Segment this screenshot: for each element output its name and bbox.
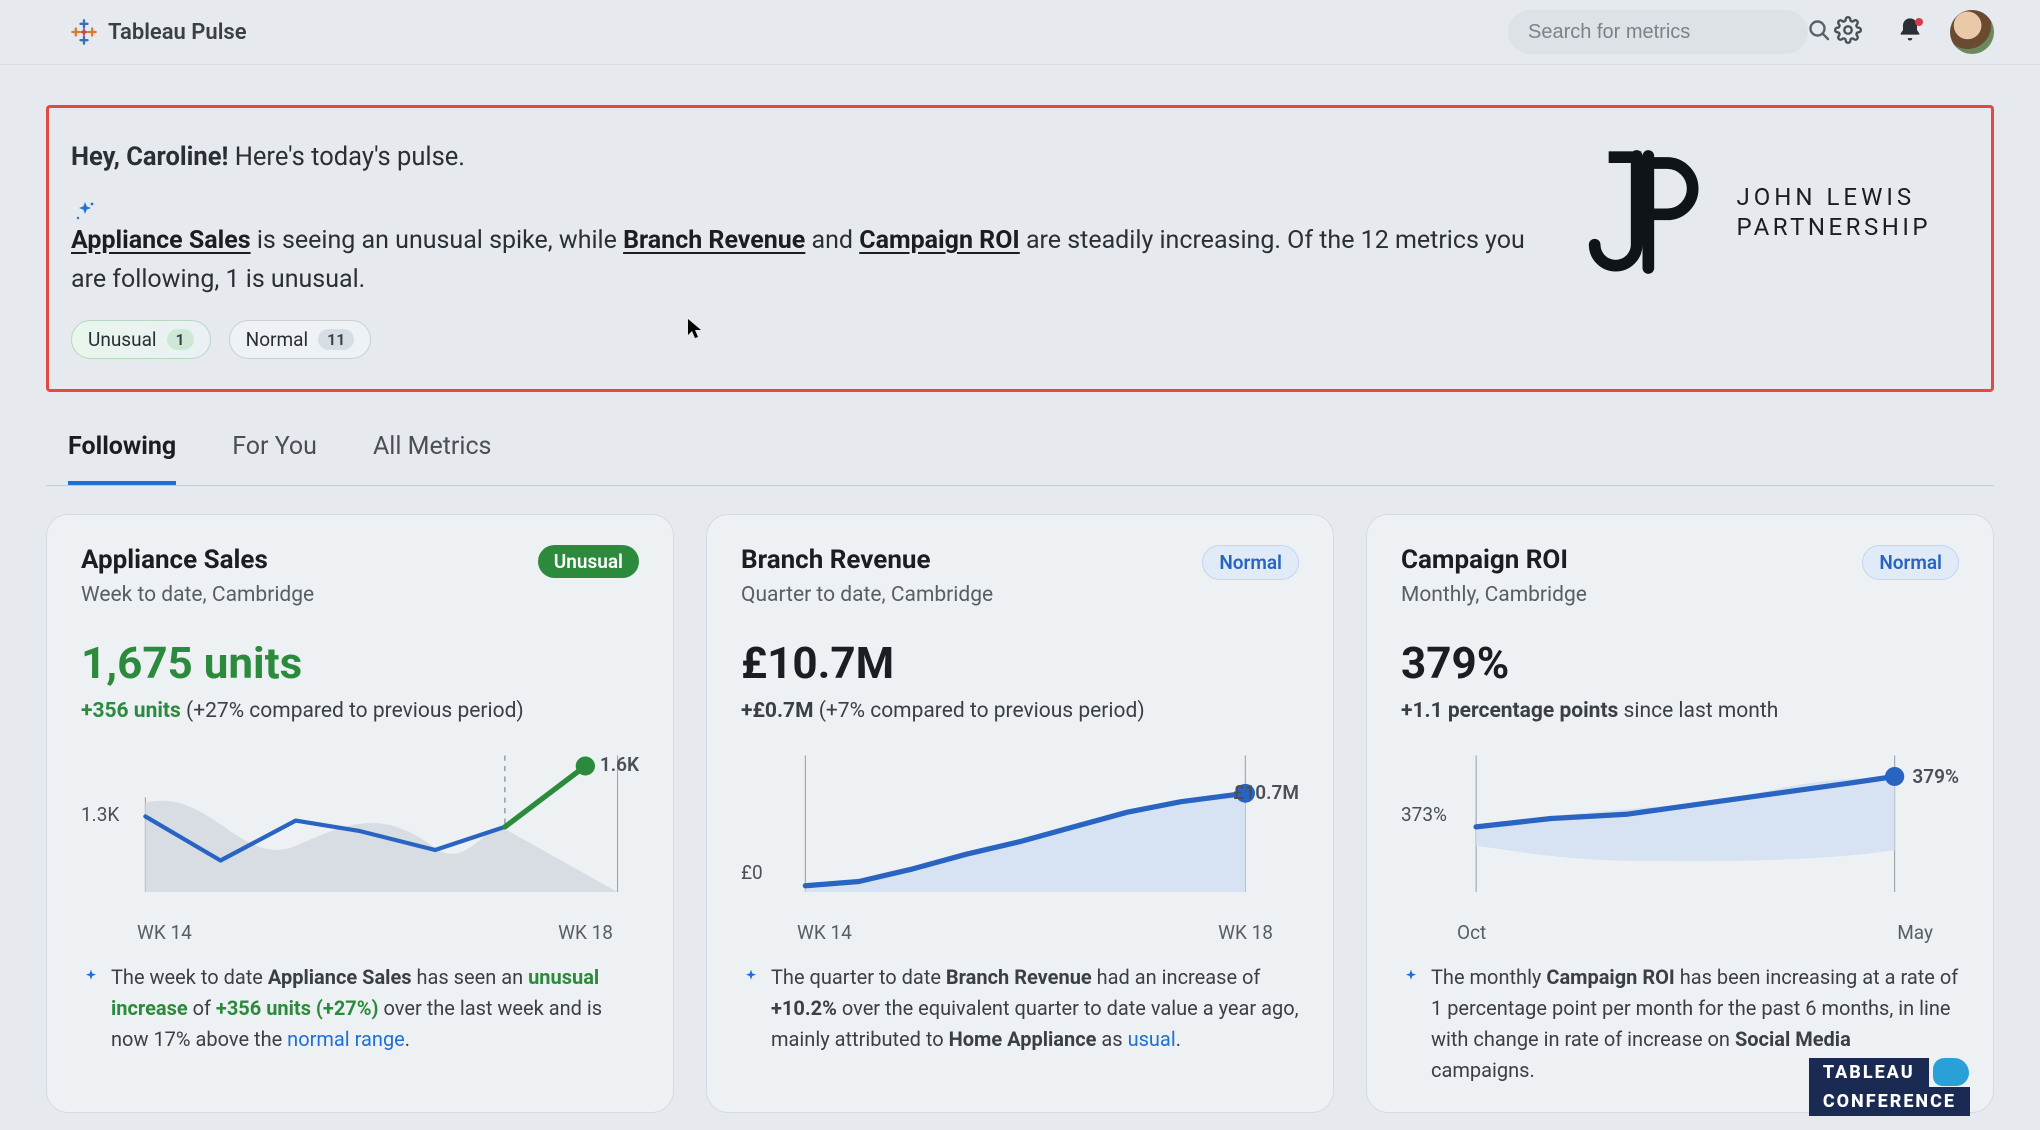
tab-all-metrics[interactable]: All Metrics	[373, 418, 491, 485]
greeting-name: Hey, Caroline!	[71, 142, 228, 172]
chip-unusual[interactable]: Unusual 1	[71, 320, 211, 359]
x-axis: WK 14 WK 18	[741, 921, 1299, 944]
partner-brand: JOHN LEWIS PARTNERSHIP	[1569, 142, 1951, 282]
avatar[interactable]	[1950, 10, 1994, 54]
link-appliance-sales[interactable]: Appliance Sales	[71, 226, 251, 255]
chip-unusual-count: 1	[167, 329, 194, 350]
metric-delta: +£0.7M (+7% compared to previous period)	[741, 699, 1299, 723]
sparkline-chart: 1.3K 1.6K	[81, 745, 639, 913]
card-title: Appliance Sales	[81, 545, 314, 575]
sparkle-icon	[741, 966, 761, 986]
card-subtitle: Monthly, Cambridge	[1401, 583, 1587, 607]
tab-for-you[interactable]: For You	[232, 418, 317, 485]
card-subtitle: Week to date, Cambridge	[81, 583, 314, 607]
badge-normal: Normal	[1202, 545, 1299, 580]
metric-tabs: Following For You All Metrics	[46, 418, 1994, 486]
sparkle-icon	[1401, 966, 1421, 986]
pulse-summary: Hey, Caroline! Here's today's pulse. App…	[46, 105, 1994, 392]
notifications-button[interactable]	[1888, 10, 1932, 54]
topbar: Tableau Pulse	[0, 0, 2040, 65]
settings-button[interactable]	[1826, 10, 1870, 54]
chip-normal-count: 11	[318, 329, 354, 350]
x-axis: WK 14 WK 18	[81, 921, 639, 944]
metric-value: 1,675 units	[81, 637, 639, 689]
search-input[interactable]	[1528, 21, 1793, 44]
summary-insight: Appliance Sales is seeing an unusual spi…	[71, 194, 1529, 300]
link-campaign-roi[interactable]: Campaign ROI	[859, 226, 1020, 255]
brand-line2: PARTNERSHIP	[1737, 212, 1931, 242]
gear-icon	[1834, 16, 1862, 48]
search-box[interactable]	[1508, 10, 1808, 54]
brand-line1: JOHN LEWIS	[1737, 182, 1931, 212]
card-campaign-roi[interactable]: Campaign ROI Monthly, Cambridge Normal 3…	[1366, 514, 1994, 1113]
conf-label-bot: CONFERENCE	[1809, 1087, 1970, 1116]
conf-label-top: TABLEAU	[1809, 1058, 1929, 1087]
badge-normal: Normal	[1862, 545, 1959, 580]
badge-unusual: Unusual	[538, 545, 639, 578]
card-branch-revenue[interactable]: Branch Revenue Quarter to date, Cambridg…	[706, 514, 1334, 1113]
tab-following[interactable]: Following	[68, 418, 176, 485]
app-logo[interactable]: Tableau Pulse	[70, 18, 247, 46]
card-insight: The week to date Appliance Sales has see…	[81, 962, 639, 1055]
app-name: Tableau Pulse	[108, 20, 247, 45]
greeting: Hey, Caroline! Here's today's pulse.	[71, 142, 1529, 172]
card-appliance-sales[interactable]: Appliance Sales Week to date, Cambridge …	[46, 514, 674, 1113]
card-title: Campaign ROI	[1401, 545, 1587, 575]
sparkle-icon	[81, 966, 101, 986]
tableau-icon	[70, 18, 98, 46]
x-axis: Oct May	[1401, 921, 1959, 944]
sparkle-icon	[71, 198, 99, 226]
sparkline-chart: 373% 379%	[1401, 745, 1959, 913]
metric-value: 379%	[1401, 637, 1959, 689]
conference-badge: TABLEAU CONFERENCE	[1809, 1058, 1970, 1116]
jlp-logo-icon	[1569, 142, 1709, 282]
link-branch-revenue[interactable]: Branch Revenue	[623, 226, 805, 255]
card-subtitle: Quarter to date, Cambridge	[741, 583, 993, 607]
metric-delta: +1.1 percentage points since last month	[1401, 699, 1959, 723]
metric-value: £10.7M	[741, 637, 1299, 689]
card-title: Branch Revenue	[741, 545, 993, 575]
salesforce-cloud-icon	[1933, 1058, 1969, 1086]
card-insight: The quarter to date Branch Revenue had a…	[741, 962, 1299, 1055]
metric-cards: Appliance Sales Week to date, Cambridge …	[46, 514, 1994, 1113]
notification-dot	[1915, 18, 1923, 26]
chip-normal[interactable]: Normal 11	[229, 320, 372, 359]
sparkline-chart: £0 £10.7M	[741, 745, 1299, 913]
metric-delta: +356 units (+27% compared to previous pe…	[81, 699, 639, 723]
